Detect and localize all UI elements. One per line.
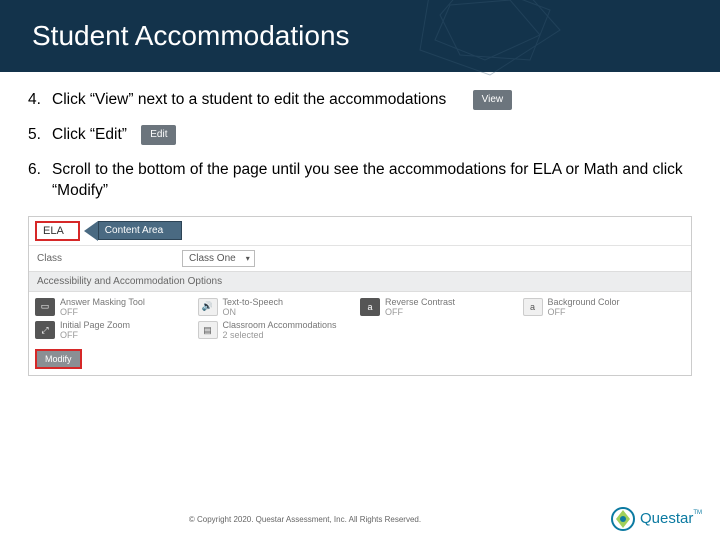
speaker-icon: 🔊 — [198, 298, 218, 316]
zoom-icon: ⤢ — [35, 321, 55, 339]
option-classroom: ▤ Classroom Accommodations2 selected — [198, 321, 361, 341]
option-bgcolor: a Background ColorOFF — [523, 298, 686, 318]
callout-label: Content Area — [98, 221, 182, 240]
ela-highlight-box: ELA — [35, 221, 80, 241]
step-5: 5. Click “Edit” Edit — [28, 125, 692, 146]
option-contrast: a Reverse ContrastOFF — [360, 298, 523, 318]
screenshot-panel: ELA Content Area Class Class One ▾ Acces… — [28, 216, 692, 377]
contrast-icon: a — [360, 298, 380, 316]
step-number: 4. — [28, 90, 52, 111]
option-status: 2 selected — [223, 331, 337, 341]
logo-mark-icon — [610, 506, 636, 532]
trademark-symbol: TM — [693, 510, 702, 516]
step-4: 4. Click “View” next to a student to edi… — [28, 90, 692, 111]
ela-row: ELA Content Area — [29, 217, 691, 245]
step-text-content: Click “View” next to a student to edit t… — [52, 91, 446, 108]
mask-icon: ▭ — [35, 298, 55, 316]
step-number: 6. — [28, 160, 52, 181]
option-status: ON — [223, 308, 284, 318]
edit-button: Edit — [141, 125, 176, 145]
copyright-text: © Copyright 2020. Questar Assessment, In… — [0, 515, 610, 524]
footer: © Copyright 2020. Questar Assessment, In… — [0, 506, 720, 532]
option-status: OFF — [60, 331, 130, 341]
option-status: OFF — [385, 308, 455, 318]
class-row: Class Class One ▾ — [29, 245, 691, 271]
step-text: Scroll to the bottom of the page until y… — [52, 160, 692, 202]
page-title: Student Accommodations — [32, 20, 350, 52]
view-button: View — [473, 90, 513, 110]
logo-text: QuestarTM — [640, 510, 702, 528]
logo-wordmark: Questar — [640, 510, 693, 527]
step-text: Click “View” next to a student to edit t… — [52, 90, 692, 111]
questar-logo: QuestarTM — [610, 506, 702, 532]
class-select-value: Class One — [189, 253, 236, 264]
class-select[interactable]: Class One ▾ — [182, 250, 255, 267]
arrow-left-icon — [84, 221, 98, 241]
option-status: OFF — [60, 308, 145, 318]
step-6: 6. Scroll to the bottom of the page unti… — [28, 160, 692, 202]
content-area: 4. Click “View” next to a student to edi… — [0, 72, 720, 376]
options-grid: ▭ Answer Masking ToolOFF 🔊 Text-to-Speec… — [29, 292, 691, 346]
step-number: 5. — [28, 125, 52, 146]
modify-row: Modify — [29, 345, 691, 375]
option-answer-masking: ▭ Answer Masking ToolOFF — [35, 298, 198, 318]
modify-button[interactable]: Modify — [35, 349, 82, 369]
accommodations-section-header: Accessibility and Accommodation Options — [29, 271, 691, 292]
instruction-list: 4. Click “View” next to a student to edi… — [28, 90, 692, 202]
slide-header: Student Accommodations — [0, 0, 720, 72]
class-label: Class — [37, 253, 62, 264]
callout-arrow: Content Area — [84, 221, 182, 241]
chevron-down-icon: ▾ — [246, 254, 250, 263]
step-text-content: Click “Edit” — [52, 126, 127, 143]
option-status: OFF — [548, 308, 620, 318]
header-decoration — [400, 0, 580, 90]
option-tts: 🔊 Text-to-SpeechON — [198, 298, 361, 318]
classroom-icon: ▤ — [198, 321, 218, 339]
step-text: Click “Edit” Edit — [52, 125, 692, 146]
background-color-icon: a — [523, 298, 543, 316]
option-zoom: ⤢ Initial Page ZoomOFF — [35, 321, 198, 341]
